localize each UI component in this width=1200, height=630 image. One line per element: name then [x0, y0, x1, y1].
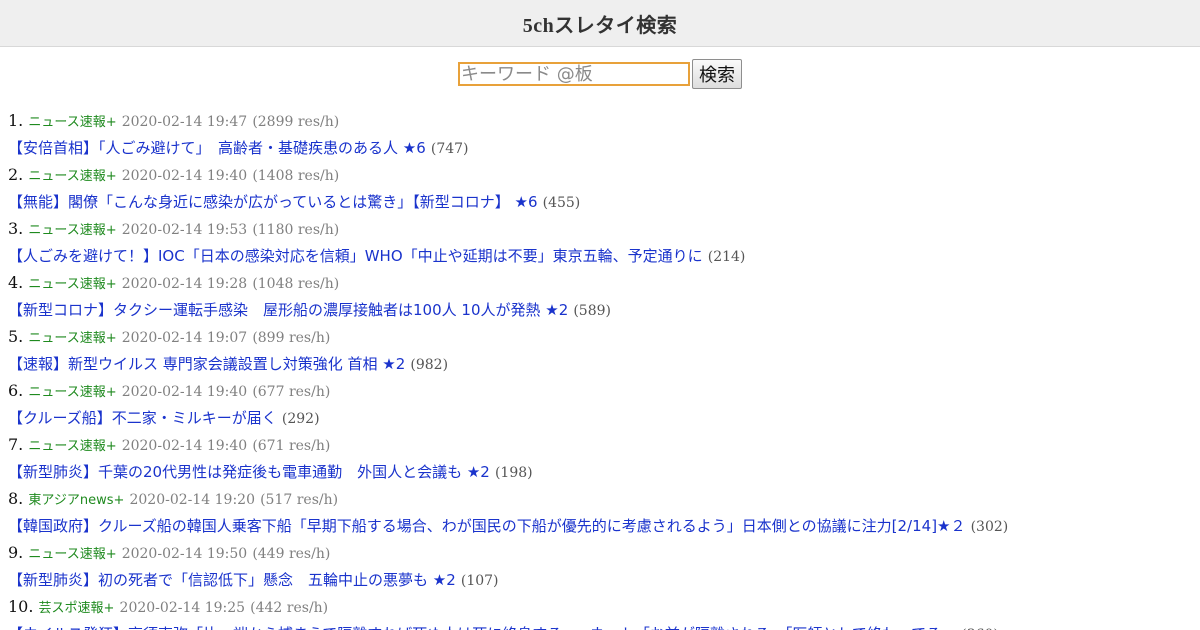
result-datetime: 2020-02-14 19:40 [121, 438, 248, 454]
result-item: 6. ニュース速報+ 2020-02-14 19:40 (677 res/h) 【… [8, 378, 1200, 432]
res-count: (302) [970, 519, 1009, 535]
result-meta: 4. ニュース速報+ 2020-02-14 19:28 (1048 res/h) [8, 270, 1200, 296]
result-item: 7. ニュース速報+ 2020-02-14 19:40 (671 res/h) 【… [8, 432, 1200, 486]
result-rank: 7. [8, 435, 24, 454]
board-link[interactable]: ニュース速報+ [28, 547, 116, 562]
board-link[interactable]: ニュース速報+ [28, 277, 116, 292]
result-rate: (2899 res/h) [252, 114, 340, 130]
result-rate: (677 res/h) [252, 384, 331, 400]
result-item: 1. ニュース速報+ 2020-02-14 19:47 (2899 res/h)… [8, 108, 1200, 162]
result-title-line: 【ウイルス発狂】高須克弥「片っ端から捕まえて隔離すれば死ぬ人は死に終息する」→ネ… [8, 620, 1200, 630]
result-meta: 7. ニュース速報+ 2020-02-14 19:40 (671 res/h) [8, 432, 1200, 458]
res-count: (214) [707, 249, 746, 265]
thread-title-link[interactable]: 【人ごみを避けて！】IOC「日本の感染対応を信頼」WHO「中止や延期は不要」東京… [8, 247, 703, 265]
result-item: 2. ニュース速報+ 2020-02-14 19:40 (1408 res/h)… [8, 162, 1200, 216]
board-link[interactable]: 東アジアnews+ [28, 493, 124, 508]
result-rank: 8. [8, 489, 24, 508]
result-title-line: 【安倍首相】「人ごみ避けて」 高齢者・基礎疾患のある人 ★6 (747) [8, 134, 1200, 162]
result-title-line: 【速報】新型ウイルス 専門家会議設置し対策強化 首相 ★2 (982) [8, 350, 1200, 378]
thread-title-link[interactable]: 【ウイルス発狂】高須克弥「片っ端から捕まえて隔離すれば死ぬ人は死に終息する」→ネ… [8, 625, 956, 630]
result-rank: 2. [8, 165, 24, 184]
result-item: 4. ニュース速報+ 2020-02-14 19:28 (1048 res/h)… [8, 270, 1200, 324]
result-meta: 9. ニュース速報+ 2020-02-14 19:50 (449 res/h) [8, 540, 1200, 566]
thread-title-link[interactable]: 【新型コロナ】タクシー運転手感染 屋形船の濃厚接触者は100人 10人が発熱 ★… [8, 301, 568, 319]
result-datetime: 2020-02-14 19:20 [129, 492, 255, 508]
result-title-line: 【新型肺炎】千葉の20代男性は発症後も電車通勤 外国人と会議も ★2 (198) [8, 458, 1200, 486]
result-meta: 1. ニュース速報+ 2020-02-14 19:47 (2899 res/h) [8, 108, 1200, 134]
result-title-line: 【韓国政府】クルーズ船の韓国人乗客下船「早期下船する場合、わが国民の下船が優先的… [8, 512, 1200, 540]
board-link[interactable]: ニュース速報+ [28, 439, 116, 454]
board-link[interactable]: ニュース速報+ [28, 385, 116, 400]
header: 5chスレタイ検索 [0, 0, 1200, 47]
thread-title-link[interactable]: 【クルーズ船】不二家・ミルキーが届く [8, 409, 277, 427]
result-rank: 4. [8, 273, 24, 292]
result-rate: (1408 res/h) [252, 168, 340, 184]
result-rank: 10. [8, 597, 34, 616]
result-title-line: 【クルーズ船】不二家・ミルキーが届く (292) [8, 404, 1200, 432]
result-meta: 8. 東アジアnews+ 2020-02-14 19:20 (517 res/h… [8, 486, 1200, 512]
thread-title-link[interactable]: 【新型肺炎】千葉の20代男性は発症後も電車通勤 外国人と会議も ★2 [8, 463, 490, 481]
thread-title-link[interactable]: 【新型肺炎】初の死者で「信認低下」懸念 五輪中止の悪夢も ★2 [8, 571, 456, 589]
result-rate: (517 res/h) [260, 492, 339, 508]
search-bar: 検索 [0, 47, 1200, 101]
result-title-line: 【人ごみを避けて！】IOC「日本の感染対応を信頼」WHO「中止や延期は不要」東京… [8, 242, 1200, 270]
result-meta: 10. 芸スポ速報+ 2020-02-14 19:25 (442 res/h) [8, 594, 1200, 620]
result-datetime: 2020-02-14 19:50 [121, 546, 248, 562]
result-rate: (442 res/h) [250, 600, 329, 616]
result-rate: (899 res/h) [252, 330, 331, 346]
result-item: 8. 東アジアnews+ 2020-02-14 19:20 (517 res/h… [8, 486, 1200, 540]
result-rank: 5. [8, 327, 24, 346]
result-rate: (1048 res/h) [252, 276, 340, 292]
result-item: 5. ニュース速報+ 2020-02-14 19:07 (899 res/h) 【… [8, 324, 1200, 378]
board-link[interactable]: ニュース速報+ [28, 169, 116, 184]
result-item: 10. 芸スポ速報+ 2020-02-14 19:25 (442 res/h) 【… [8, 594, 1200, 630]
res-count: (292) [281, 411, 320, 427]
result-meta: 6. ニュース速報+ 2020-02-14 19:40 (677 res/h) [8, 378, 1200, 404]
result-list: 1. ニュース速報+ 2020-02-14 19:47 (2899 res/h)… [0, 101, 1200, 630]
thread-title-link[interactable]: 【安倍首相】「人ごみ避けて」 高齢者・基礎疾患のある人 ★6 [8, 139, 426, 157]
result-rate: (449 res/h) [252, 546, 331, 562]
result-datetime: 2020-02-14 19:25 [119, 600, 246, 616]
result-rate: (671 res/h) [252, 438, 331, 454]
result-rank: 6. [8, 381, 24, 400]
result-item: 9. ニュース速報+ 2020-02-14 19:50 (449 res/h) 【… [8, 540, 1200, 594]
res-count: (455) [542, 195, 581, 211]
result-rank: 1. [8, 111, 24, 130]
result-meta: 5. ニュース速報+ 2020-02-14 19:07 (899 res/h) [8, 324, 1200, 350]
board-link[interactable]: ニュース速報+ [28, 115, 116, 130]
result-datetime: 2020-02-14 19:28 [121, 276, 248, 292]
board-link[interactable]: ニュース速報+ [28, 223, 116, 238]
res-count: (198) [494, 465, 533, 481]
result-item: 3. ニュース速報+ 2020-02-14 19:53 (1180 res/h)… [8, 216, 1200, 270]
result-rank: 9. [8, 543, 24, 562]
thread-title-link[interactable]: 【韓国政府】クルーズ船の韓国人乗客下船「早期下船する場合、わが国民の下船が優先的… [8, 517, 966, 535]
result-rank: 3. [8, 219, 24, 238]
board-link[interactable]: ニュース速報+ [28, 331, 116, 346]
result-title-line: 【無能】閣僚「こんな身近に感染が広がっているとは驚き」【新型コロナ】 ★6 (4… [8, 188, 1200, 216]
result-datetime: 2020-02-14 19:47 [121, 114, 248, 130]
res-count: (982) [410, 357, 449, 373]
page-title: 5chスレタイ検索 [522, 14, 678, 37]
search-button[interactable]: 検索 [692, 59, 742, 89]
result-meta: 3. ニュース速報+ 2020-02-14 19:53 (1180 res/h) [8, 216, 1200, 242]
result-datetime: 2020-02-14 19:40 [121, 384, 248, 400]
board-link[interactable]: 芸スポ速報+ [39, 601, 115, 616]
res-count: (107) [460, 573, 499, 589]
result-title-line: 【新型肺炎】初の死者で「信認低下」懸念 五輪中止の悪夢も ★2 (107) [8, 566, 1200, 594]
thread-title-link[interactable]: 【無能】閣僚「こんな身近に感染が広がっているとは驚き」【新型コロナ】 ★6 [8, 193, 538, 211]
result-datetime: 2020-02-14 19:40 [121, 168, 248, 184]
result-datetime: 2020-02-14 19:07 [121, 330, 248, 346]
result-meta: 2. ニュース速報+ 2020-02-14 19:40 (1408 res/h) [8, 162, 1200, 188]
search-input[interactable] [458, 62, 690, 86]
result-datetime: 2020-02-14 19:53 [121, 222, 248, 238]
res-count: (747) [430, 141, 469, 157]
result-title-line: 【新型コロナ】タクシー運転手感染 屋形船の濃厚接触者は100人 10人が発熱 ★… [8, 296, 1200, 324]
res-count: (589) [573, 303, 611, 319]
thread-title-link[interactable]: 【速報】新型ウイルス 専門家会議設置し対策強化 首相 ★2 [8, 355, 405, 373]
result-rate: (1180 res/h) [252, 222, 340, 238]
